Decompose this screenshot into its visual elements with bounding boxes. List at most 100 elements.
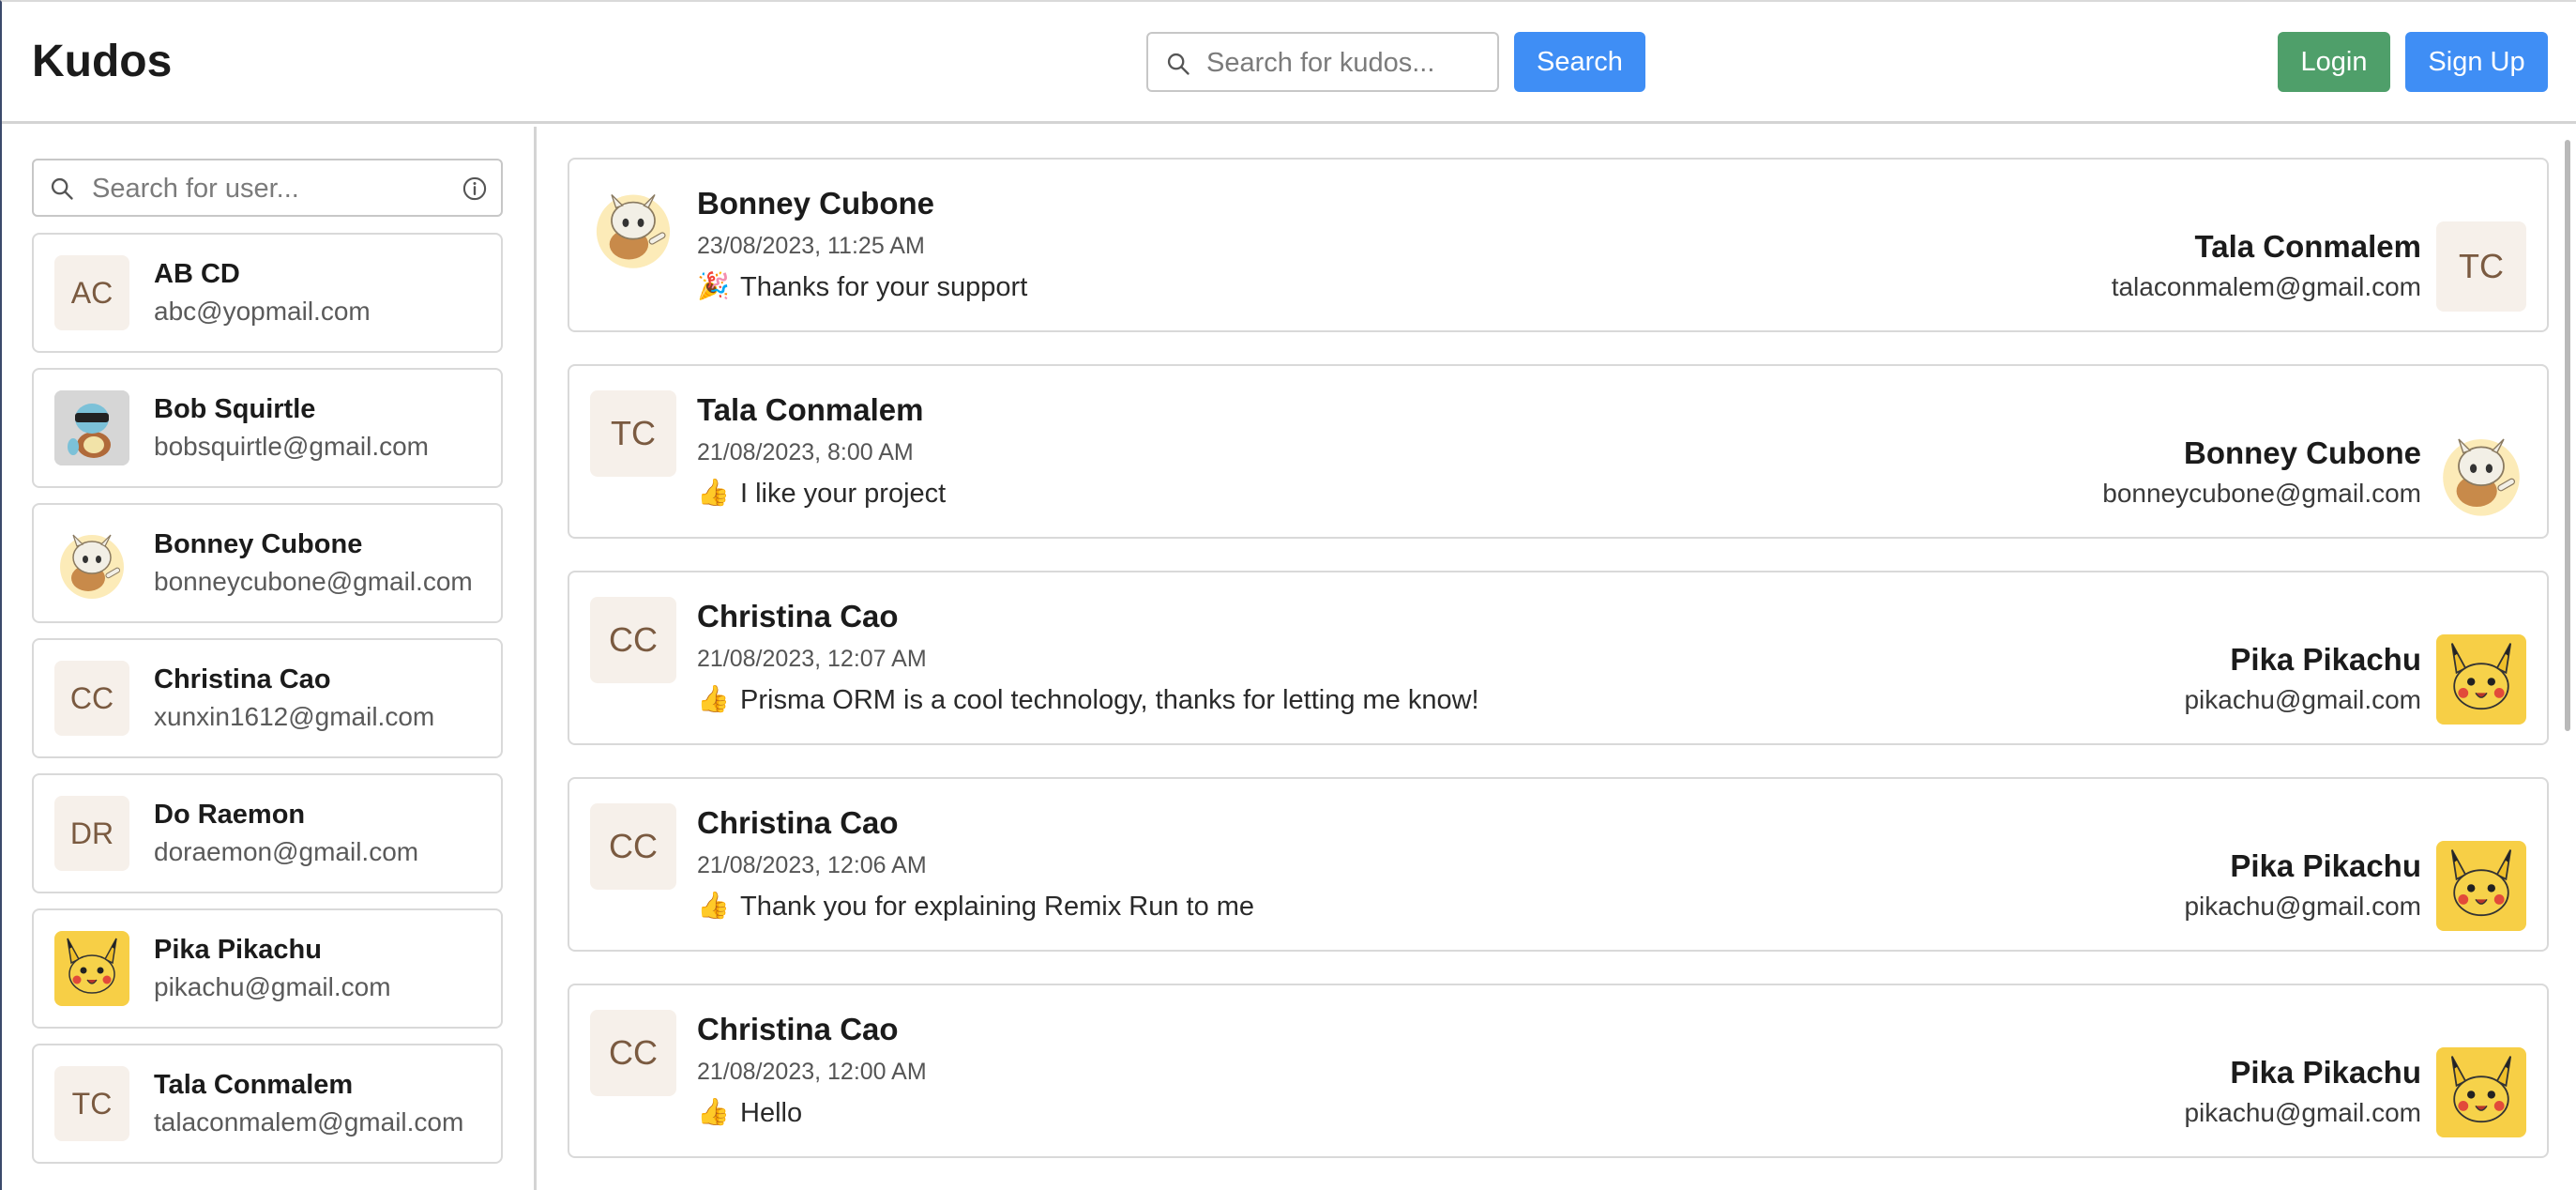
cubone-avatar-icon: [596, 194, 671, 268]
user-card[interactable]: CC Christina Cao xunxin1612@gmail.com: [32, 638, 503, 758]
kudo-message: Thank you for explaining Remix Run to me: [740, 892, 1255, 922]
recipient-email: pikachu@gmail.com: [2184, 892, 2421, 921]
kudo-card[interactable]: CC Christina Cao 21/08/2023, 12:07 AM 👍 Pris…: [568, 571, 2549, 745]
user-name: Do Raemon: [154, 800, 306, 830]
kudos-search-input[interactable]: [1206, 41, 1488, 84]
kudo-message: I like your project: [740, 479, 947, 509]
recipient-avatar: [2436, 1047, 2526, 1137]
user-email: doraemon@gmail.com: [154, 837, 419, 866]
author-name: Bonney Cubone: [697, 186, 934, 221]
user-name: Bonney Cubone: [154, 529, 363, 559]
recipient-avatar: TC: [2436, 221, 2526, 312]
kudo-card[interactable]: CC Christina Cao 21/08/2023, 12:06 AM 👍 Than…: [568, 777, 2549, 952]
top-header: Kudos Search Login Sign Up: [2, 2, 2576, 124]
kudo-message: Hello: [740, 1098, 803, 1128]
author-avatar: CC: [590, 597, 676, 683]
kudo-emoji-icon: 👍: [697, 891, 730, 920]
user-avatar: DR: [54, 796, 129, 871]
author-name: Christina Cao: [697, 805, 899, 840]
cubone-avatar-icon: [2443, 438, 2520, 516]
kudo-timestamp: 23/08/2023, 11:25 AM: [697, 233, 925, 259]
kudo-timestamp: 21/08/2023, 12:06 AM: [697, 852, 927, 878]
user-name: Christina Cao: [154, 664, 331, 694]
info-icon[interactable]: [462, 175, 488, 202]
user-email: bonneycubone@gmail.com: [154, 567, 473, 596]
pikachu-avatar-icon: [2450, 849, 2512, 917]
login-button[interactable]: Login: [2278, 32, 2390, 92]
user-name: Tala Conmalem: [154, 1070, 354, 1100]
user-sidebar: AC AB CD abc@yopmail.com Bob Squirtle bobsqu…: [2, 127, 537, 1190]
recipient-email: talaconmalem@gmail.com: [2111, 272, 2421, 301]
author-avatar: [590, 184, 676, 270]
kudo-timestamp: 21/08/2023, 12:07 AM: [697, 646, 927, 672]
kudo-emoji-icon: 🎉: [697, 271, 730, 300]
user-name: Bob Squirtle: [154, 394, 316, 424]
search-icon: [51, 177, 73, 200]
search-icon: [1167, 53, 1190, 75]
signup-button[interactable]: Sign Up: [2405, 32, 2548, 92]
recipient-email: pikachu@gmail.com: [2184, 685, 2421, 714]
kudo-card[interactable]: Bonney Cubone 23/08/2023, 11:25 AM 🎉 Thanks…: [568, 158, 2549, 332]
user-avatar: [54, 390, 129, 465]
recipient-email: pikachu@gmail.com: [2184, 1098, 2421, 1127]
kudo-timestamp: 21/08/2023, 8:00 AM: [697, 439, 914, 465]
user-card[interactable]: TC Tala Conmalem talaconmalem@gmail.com: [32, 1044, 503, 1164]
recipient-name: Pika Pikachu: [2230, 642, 2421, 677]
recipient-info: Pika Pikachu pikachu@gmail.com: [2184, 1055, 2421, 1128]
user-email: abc@yopmail.com: [154, 297, 371, 326]
user-avatar: AC: [54, 255, 129, 330]
kudo-emoji-icon: 👍: [697, 684, 730, 713]
recipient-info: Pika Pikachu pikachu@gmail.com: [2184, 642, 2421, 715]
user-card[interactable]: Pika Pikachu pikachu@gmail.com: [32, 908, 503, 1029]
author-avatar: CC: [590, 803, 676, 890]
recipient-avatar: [2436, 428, 2526, 518]
cubone-avatar-icon: [60, 534, 124, 599]
kudo-emoji-icon: 👍: [697, 478, 730, 507]
user-card[interactable]: Bonney Cubone bonneycubone@gmail.com: [32, 503, 503, 623]
kudo-message: Thanks for your support: [740, 272, 1028, 302]
user-email: pikachu@gmail.com: [154, 972, 391, 1001]
user-avatar: TC: [54, 1066, 129, 1141]
recipient-name: Tala Conmalem: [2194, 229, 2421, 264]
kudos-feed: Bonney Cubone 23/08/2023, 11:25 AM 🎉 Thanks…: [539, 127, 2576, 1190]
kudos-search-box[interactable]: [1146, 32, 1499, 92]
search-button[interactable]: Search: [1514, 32, 1645, 92]
squirtle-avatar-icon: [54, 390, 129, 465]
user-card[interactable]: AC AB CD abc@yopmail.com: [32, 233, 503, 353]
author-avatar: TC: [590, 390, 676, 477]
kudo-card[interactable]: CC Christina Cao 21/08/2023, 12:00 AM 👍 Hell…: [568, 984, 2549, 1158]
app-window: Kudos Search Login Sign Up ACAB C: [0, 0, 2576, 1190]
pikachu-avatar-icon: [2450, 643, 2512, 710]
user-avatar: CC: [54, 661, 129, 736]
pikachu-avatar-icon: [2450, 1056, 2512, 1123]
user-avatar: [54, 931, 129, 1006]
recipient-info: Bonney Cubone bonneycubone@gmail.com: [2102, 435, 2421, 509]
kudo-message: Prisma ORM is a cool technology, thanks …: [740, 685, 1479, 715]
user-email: talaconmalem@gmail.com: [154, 1107, 464, 1137]
kudo-card[interactable]: TC Tala Conmalem 21/08/2023, 8:00 AM 👍 I lik…: [568, 364, 2549, 539]
user-card[interactable]: DR Do Raemon doraemon@gmail.com: [32, 773, 503, 893]
user-search-input[interactable]: [92, 167, 448, 210]
recipient-name: Pika Pikachu: [2230, 1055, 2421, 1090]
recipient-avatar: [2436, 634, 2526, 725]
user-avatar: [54, 526, 129, 601]
recipient-avatar: [2436, 841, 2526, 931]
recipient-name: Bonney Cubone: [2184, 435, 2421, 470]
author-name: Tala Conmalem: [697, 392, 924, 427]
user-name: Pika Pikachu: [154, 935, 322, 965]
recipient-name: Pika Pikachu: [2230, 848, 2421, 883]
author-avatar: CC: [590, 1010, 676, 1096]
kudo-emoji-icon: 👍: [697, 1097, 730, 1126]
user-email: bobsquirtle@gmail.com: [154, 432, 429, 461]
user-card[interactable]: Bob Squirtle bobsquirtle@gmail.com: [32, 368, 503, 488]
author-name: Christina Cao: [697, 1012, 899, 1046]
user-name: AB CD: [154, 259, 240, 289]
recipient-info: Pika Pikachu pikachu@gmail.com: [2184, 848, 2421, 922]
recipient-info: Tala Conmalem talaconmalem@gmail.com: [2112, 229, 2421, 302]
feed-scrollbar[interactable]: [2565, 140, 2570, 731]
user-search-box[interactable]: [32, 159, 503, 217]
brand-logo[interactable]: Kudos: [32, 36, 172, 87]
recipient-email: bonneycubone@gmail.com: [2102, 479, 2421, 508]
author-name: Christina Cao: [697, 599, 899, 633]
kudo-timestamp: 21/08/2023, 12:00 AM: [697, 1059, 927, 1085]
